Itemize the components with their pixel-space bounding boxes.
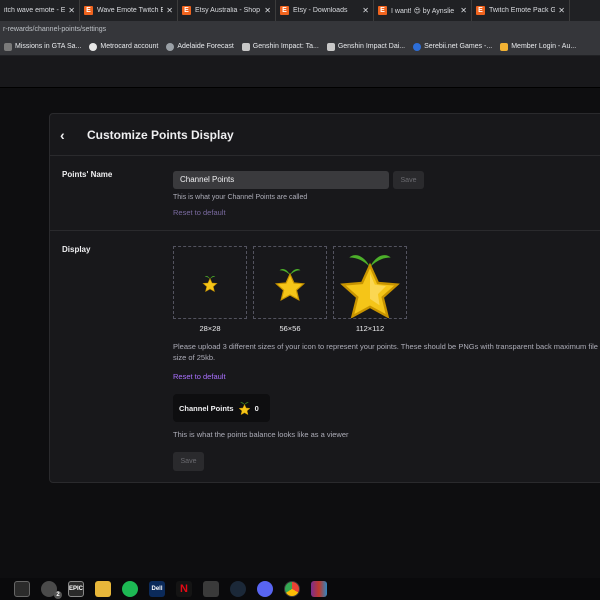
bookmark-label: Metrocard account [100, 43, 159, 50]
star-icon [340, 254, 400, 318]
customize-points-card: ‹ Customize Points Display Points' Name … [49, 113, 600, 483]
bookmark-item[interactable]: Member Login - Au... [496, 42, 580, 51]
file-explorer-icon[interactable] [95, 581, 111, 597]
close-icon[interactable]: ✕ [362, 6, 369, 15]
size-label-56: 56×56 [279, 324, 301, 333]
bookmark-label: Member Login - Au... [511, 43, 577, 50]
taskbar: 2 EPIC Dell N [0, 578, 600, 600]
close-icon[interactable]: ✕ [460, 6, 467, 15]
tab-title: itch wave emote - E [4, 7, 66, 14]
browser-tab[interactable]: E Twitch Emote Pack Ge ✕ [472, 0, 570, 21]
close-icon[interactable]: ✕ [264, 6, 271, 15]
bookmark-label: Genshin Impact: Ta... [252, 43, 319, 50]
tab-title: Twitch Emote Pack Ge [489, 7, 556, 14]
bookmark-item[interactable]: Genshin Impact Dai... [323, 42, 409, 51]
browser-tab[interactable]: E Wave Emote Twitch Er ✕ [80, 0, 178, 21]
star-icon [238, 402, 251, 415]
address-url: r-rewards/channel-points/settings [3, 26, 107, 33]
browser-tab[interactable]: itch wave emote - E ✕ [0, 0, 80, 21]
reset-icon-link[interactable]: Reset to default [173, 372, 226, 381]
dell-icon[interactable]: Dell [149, 581, 165, 597]
browser-tab[interactable]: E Etsy - Downloads ✕ [276, 0, 374, 21]
bookmark-item[interactable]: Serebii.net Games -... [409, 42, 496, 51]
etsy-icon: E [280, 6, 289, 15]
size-label-28: 28×28 [199, 324, 221, 333]
etsy-icon: E [84, 6, 93, 15]
netflix-icon[interactable]: N [176, 581, 192, 597]
bookmark-label: Adelaide Forecast [177, 43, 234, 50]
browser-tab[interactable]: E Etsy Australia - Shop f ✕ [178, 0, 276, 21]
bookmarks-bar: Missions in GTA Sa... Metrocard account … [0, 38, 600, 56]
bookmark-label: Genshin Impact Dai... [337, 43, 406, 50]
site-header [0, 56, 600, 88]
spotify-icon[interactable] [122, 581, 138, 597]
icon-upload-28[interactable] [173, 246, 247, 319]
icon-upload-112[interactable] [333, 246, 407, 319]
points-name-label: Points' Name [62, 170, 113, 179]
bookmark-icon [4, 42, 12, 51]
discord-icon[interactable] [257, 581, 273, 597]
bookmark-label: Serebii.net Games -... [424, 43, 493, 50]
reset-name-link[interactable]: Reset to default [173, 208, 226, 217]
save-display-button[interactable]: Save [173, 452, 204, 471]
points-balance-preview: Channel Points 0 [173, 394, 270, 422]
display-label: Display [62, 245, 91, 254]
close-icon[interactable]: ✕ [558, 6, 565, 15]
tab-title: I want! 😍 by Aynslie [391, 7, 455, 15]
close-icon[interactable]: ✕ [166, 6, 173, 15]
bookmark-icon [413, 42, 422, 51]
bookmark-icon [326, 42, 335, 51]
icon-upload-56[interactable] [253, 246, 327, 319]
globe-icon [166, 42, 175, 51]
bookmark-item[interactable]: Adelaide Forecast [162, 42, 237, 51]
bookmark-icon [89, 42, 98, 51]
bookmark-icon [241, 42, 250, 51]
bookmark-item[interactable]: Metrocard account [85, 42, 162, 51]
size-label-112: 112×112 [355, 324, 385, 333]
points-name-input[interactable]: Channel Points [173, 171, 389, 189]
media-icon[interactable] [203, 581, 219, 597]
notification-badge: 2 [54, 591, 62, 599]
section-divider [50, 230, 600, 231]
bookmark-item[interactable]: Missions in GTA Sa... [0, 42, 85, 51]
save-name-button[interactable]: Save [393, 171, 424, 189]
back-icon[interactable]: ‹ [60, 127, 78, 143]
card-header: ‹ Customize Points Display [50, 114, 600, 156]
address-bar[interactable]: r-rewards/channel-points/settings [0, 21, 600, 38]
bookmark-item[interactable]: Genshin Impact: Ta... [238, 42, 323, 51]
balance-value: 0 [254, 403, 259, 413]
etsy-icon: E [476, 6, 485, 15]
tab-title: Etsy Australia - Shop f [195, 7, 262, 14]
close-icon[interactable]: ✕ [68, 6, 75, 15]
epic-games-icon[interactable]: EPIC [68, 581, 84, 597]
tab-title: Wave Emote Twitch Er [97, 7, 164, 14]
page-title: Customize Points Display [87, 127, 234, 142]
balance-help: This is what the points balance looks li… [173, 430, 349, 439]
tab-title: Etsy - Downloads [293, 7, 348, 14]
bookmark-label: Missions in GTA Sa... [15, 43, 82, 50]
browser-tab-strip: itch wave emote - E ✕ E Wave Emote Twitc… [0, 0, 600, 21]
star-icon [202, 275, 218, 292]
calendar-icon[interactable] [14, 581, 30, 597]
winrar-icon[interactable] [311, 581, 327, 597]
bookmark-icon [500, 42, 509, 51]
points-name-help: This is what your Channel Points are cal… [173, 194, 308, 201]
chrome-icon[interactable] [284, 581, 300, 597]
upload-instructions: Please upload 3 different sizes of your … [173, 342, 598, 362]
etsy-icon: E [182, 6, 191, 15]
balance-label: Channel Points [179, 403, 234, 413]
etsy-icon: E [378, 6, 387, 15]
browser-tab[interactable]: E I want! 😍 by Aynslie ✕ [374, 0, 472, 21]
cloud-icon[interactable]: 2 [41, 581, 62, 599]
steam-icon[interactable] [230, 581, 246, 597]
star-icon [274, 268, 306, 301]
